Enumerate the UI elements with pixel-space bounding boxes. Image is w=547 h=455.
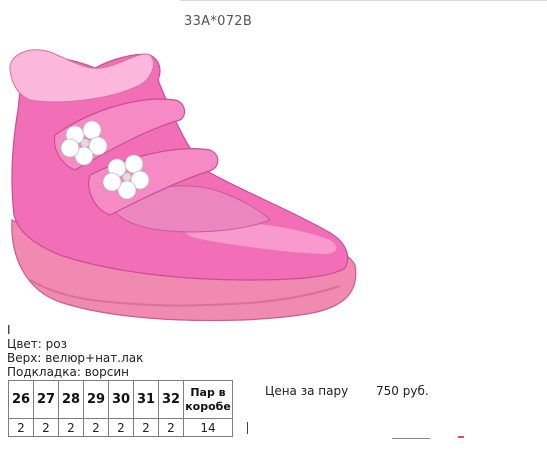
color-spec: Цвет: роз bbox=[7, 337, 67, 351]
size-header: 28 bbox=[58, 380, 84, 419]
product-photo bbox=[9, 49, 357, 322]
sizes-table: 26 27 28 29 30 31 32 Пар в коробе 2 2 2 … bbox=[8, 380, 233, 437]
size-header: 26 bbox=[8, 380, 34, 419]
size-quantity: 2 bbox=[83, 418, 109, 437]
size-quantity: 2 bbox=[158, 418, 184, 437]
size-quantity: 2 bbox=[8, 418, 34, 437]
price-label: Цена за пару bbox=[265, 384, 349, 398]
size-quantity: 2 bbox=[33, 418, 59, 437]
size-quantity: 2 bbox=[133, 418, 159, 437]
size-header: 32 bbox=[158, 380, 184, 419]
quantities-row: 2 2 2 2 2 2 2 14 bbox=[8, 418, 233, 437]
box-pairs-header: Пар в коробе bbox=[183, 380, 233, 419]
upper-material-spec: Верх: велюр+нат.лак bbox=[7, 351, 144, 365]
size-quantity: 2 bbox=[58, 418, 84, 437]
top-divider bbox=[180, 0, 547, 1]
cart-icon[interactable] bbox=[458, 436, 464, 438]
box-quantity: 14 bbox=[183, 418, 233, 437]
size-header: 30 bbox=[108, 380, 134, 419]
lining-spec: Подкладка: ворсин bbox=[7, 365, 129, 379]
size-quantity: 2 bbox=[108, 418, 134, 437]
size-header: 29 bbox=[83, 380, 109, 419]
size-header: 27 bbox=[33, 380, 59, 419]
quantity-input-underline[interactable] bbox=[392, 438, 430, 439]
article-code: 33A*072B bbox=[184, 14, 253, 29]
text-cursor: I bbox=[7, 323, 11, 337]
price-value: 750 руб. bbox=[376, 384, 429, 398]
sizes-header-row: 26 27 28 29 30 31 32 Пар в коробе bbox=[8, 380, 233, 419]
separator-mark bbox=[247, 422, 248, 434]
size-header: 31 bbox=[133, 380, 159, 419]
